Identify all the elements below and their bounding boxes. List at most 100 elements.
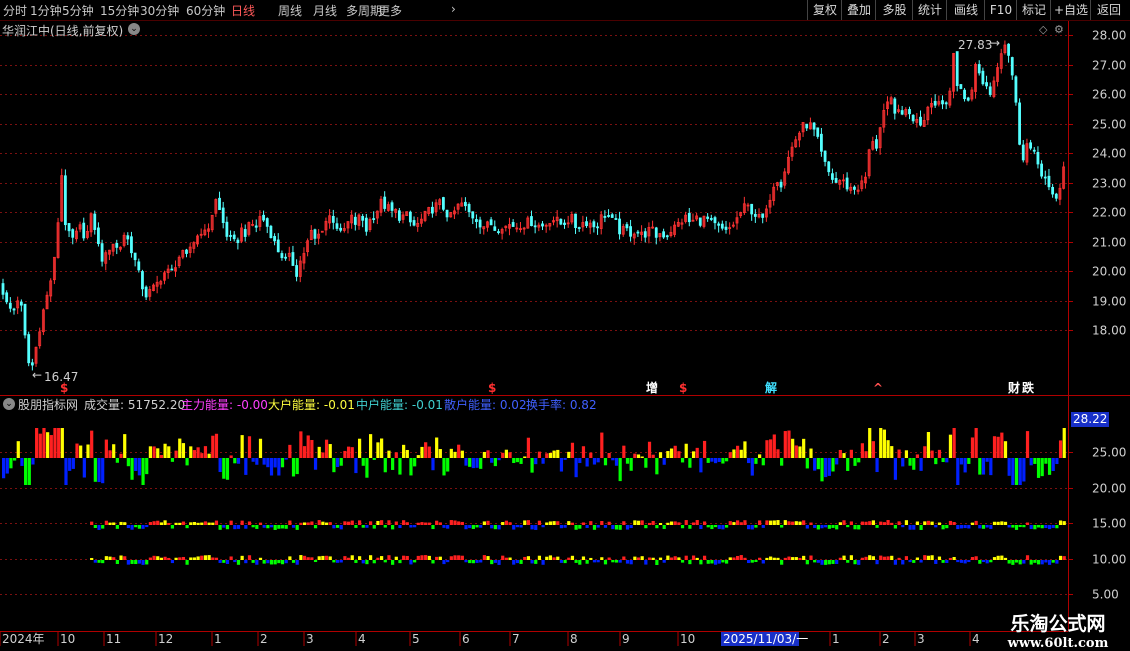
settings-icon[interactable]: ⚙ [1054,23,1064,36]
candle-body [1040,163,1044,177]
candle-body [115,243,119,248]
candle-body [273,236,276,242]
strip-segment [203,555,208,560]
strip-segment [317,520,321,525]
energy-bar-up [453,451,457,458]
strip-segment [574,525,578,530]
strip-segment [339,525,343,530]
price-tick-label: 22.00 [1092,206,1126,220]
candle-body [478,219,482,228]
diamond-icon[interactable]: ◇ [1039,23,1047,36]
candle-body [831,173,834,180]
strip-segment [251,560,255,563]
candle-body [27,334,31,364]
candle-body [1010,57,1014,76]
strip-segment [185,525,189,529]
strip-segment [662,525,666,529]
energy-bar-up [438,449,442,458]
energy-bar-up [842,453,846,458]
strip-segment [926,520,931,525]
strip-segment [827,525,831,529]
strip-segment [346,557,351,560]
energy-bar-down [442,458,446,476]
strip-segment [229,556,233,560]
strip-segment [134,525,138,528]
event-marker-5: ^ [873,381,883,395]
strip-segment [130,525,134,530]
energy-bar-down [820,458,824,482]
strip-segment [948,520,953,525]
energy-bar-up [882,429,886,458]
candle-body [254,225,258,228]
strip-segment [196,556,200,560]
strip-segment [578,525,582,529]
indicator-collapse-icon[interactable]: ⌄ [3,398,15,410]
strip-segment [97,560,101,563]
energy-bar-down [1011,458,1015,485]
candle-body [955,51,959,87]
energy-bars [2,428,1066,485]
strip-segment [871,556,875,560]
strip-segment [596,525,600,528]
strip-segment [471,560,475,564]
strip-segment [387,555,391,560]
strip-segment [1003,521,1008,525]
strip-segment [589,521,593,525]
strip-segment [611,525,615,530]
strip-segment [247,555,252,560]
strip-segment [424,522,428,525]
strip-segment [846,525,850,528]
strip-segment [402,555,406,560]
strip-segment [273,560,277,565]
strip-segment [974,520,978,525]
strip-segment [137,560,141,564]
strip-segment [354,525,358,528]
strip-segment [842,520,846,525]
strip-segment [853,525,857,530]
strip-segment [835,560,839,564]
strip-segment [673,556,677,560]
energy-bar-down [13,458,17,461]
strip-segment [1014,525,1019,530]
strip-segment [633,556,637,560]
energy-bar-down [354,458,358,474]
energy-bar-up [104,439,108,458]
strip-segment [115,525,119,529]
energy-bar-down [912,458,916,470]
strip-segment [625,560,630,564]
title-dropdown-icon[interactable]: ⌄ [128,23,140,35]
strip-segment [123,556,127,560]
energy-bar-up [35,428,39,458]
energy-bar-down [446,458,450,472]
strip-segment [857,525,861,530]
strip-segment [967,525,971,529]
strip-segment [625,525,630,530]
candle-body [908,109,911,115]
candle-body [724,226,728,230]
strip-segment [787,556,791,560]
energy-bar-up [622,445,626,458]
strip-segment [457,555,461,560]
energy-bar-down [780,458,784,466]
strip-segment [952,522,956,525]
strip-segment [904,556,909,560]
strip-segment [838,557,842,560]
indicator-tick-label: 25.00 [1092,446,1126,460]
strip-segment [196,522,200,525]
strip-segment [915,521,920,525]
energy-bar-down [747,458,751,464]
indicator-name[interactable]: 股朋指标网 [18,396,78,413]
energy-bar-up [864,451,868,458]
energy-bar-down [655,458,659,475]
candle-body [5,292,9,303]
strip-segment [372,560,376,564]
strip-segment [207,555,211,560]
energy-bar-up [57,428,61,458]
strip-segment [860,557,864,560]
strip-segment [959,560,964,563]
strip-segment [376,557,380,560]
strip-segment [365,560,369,565]
strip-segment [295,525,299,530]
strip-segment [585,560,589,564]
candle-body [335,223,339,229]
